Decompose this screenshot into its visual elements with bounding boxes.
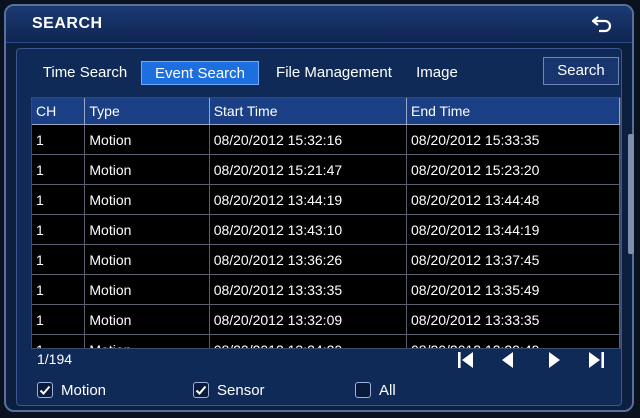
search-panel: Time Search Event Search File Management…: [16, 48, 622, 406]
cell-ch: 1: [32, 274, 86, 305]
table-row[interactable]: 1 Motion 08/20/2012 13:24:20 08/20/2012 …: [32, 334, 620, 348]
cell-type: Motion: [84, 154, 210, 185]
last-page-icon: [589, 352, 604, 368]
cell-end-time: 08/20/2012 15:33:35: [406, 124, 620, 155]
first-page-button[interactable]: [455, 349, 477, 371]
table-row[interactable]: 1 Motion 08/20/2012 15:32:16 08/20/2012 …: [32, 124, 620, 155]
table-row[interactable]: 1 Motion 08/20/2012 13:36:26 08/20/2012 …: [32, 244, 620, 275]
column-header-start-time[interactable]: Start Time: [209, 98, 408, 125]
title-bar: SEARCH: [6, 6, 632, 43]
sensor-label: Sensor: [217, 381, 265, 399]
previous-page-button[interactable]: [497, 349, 519, 371]
cell-start-time: 08/20/2012 13:32:09: [209, 304, 408, 335]
tab-file-management[interactable]: File Management: [261, 61, 407, 85]
all-label: All: [379, 381, 396, 399]
cell-end-time: 08/20/2012 13:44:19: [406, 214, 620, 245]
cell-ch: 1: [32, 214, 86, 245]
back-arrow-icon: [591, 16, 612, 33]
column-header-ch[interactable]: CH: [32, 98, 86, 125]
cell-type: Motion: [84, 244, 210, 275]
table-row[interactable]: 1 Motion 08/20/2012 13:43:10 08/20/2012 …: [32, 214, 620, 245]
next-page-icon: [549, 352, 560, 368]
cell-ch: 1: [32, 184, 86, 215]
cell-type: Motion: [84, 214, 210, 245]
cell-start-time: 08/20/2012 13:43:10: [209, 214, 408, 245]
cell-start-time: 08/20/2012 15:21:47: [209, 154, 408, 185]
cell-ch: 1: [32, 304, 86, 335]
window-title: SEARCH: [32, 15, 103, 32]
cell-start-time: 08/20/2012 13:44:19: [209, 184, 408, 215]
cell-type: Motion: [84, 184, 210, 215]
tab-image[interactable]: Image: [409, 61, 465, 85]
sensor-checkbox[interactable]: [193, 382, 209, 398]
cell-ch: 1: [32, 124, 86, 155]
search-window: SEARCH Time Search Event Search File Man…: [4, 4, 634, 412]
filter-sensor[interactable]: Sensor: [193, 379, 265, 401]
table-row[interactable]: 1 Motion 08/20/2012 15:21:47 08/20/2012 …: [32, 154, 620, 185]
previous-page-icon: [502, 352, 513, 368]
cell-end-time: 08/20/2012 15:23:20: [406, 154, 620, 185]
cell-end-time: 08/20/2012 13:37:45: [406, 244, 620, 275]
filter-motion[interactable]: Motion: [37, 379, 106, 401]
cell-ch: 1: [32, 154, 86, 185]
checkmark-icon: [195, 385, 207, 395]
event-table: CH Type Start Time End Time 1 Motion 08/…: [31, 97, 621, 349]
cell-start-time: 08/20/2012 13:33:35: [209, 274, 408, 305]
cell-start-time: 08/20/2012 13:36:26: [209, 244, 408, 275]
cell-type: Motion: [84, 124, 210, 155]
table-row[interactable]: 1 Motion 08/20/2012 13:44:19 08/20/2012 …: [32, 184, 620, 215]
cell-end-time: 08/20/2012 13:35:49: [406, 274, 620, 305]
cell-start-time: 08/20/2012 15:32:16: [209, 124, 408, 155]
filter-all[interactable]: All: [355, 379, 396, 401]
motion-checkbox[interactable]: [37, 382, 53, 398]
all-checkbox[interactable]: [355, 382, 371, 398]
column-header-end-time[interactable]: End Time: [406, 98, 620, 125]
back-button[interactable]: [590, 12, 616, 36]
tab-event-search[interactable]: Event Search: [141, 61, 259, 85]
table-row[interactable]: 1 Motion 08/20/2012 13:33:35 08/20/2012 …: [32, 274, 620, 305]
cell-type: Motion: [84, 274, 210, 305]
motion-label: Motion: [61, 381, 107, 399]
cell-end-time: 08/20/2012 13:44:48: [406, 184, 620, 215]
last-page-button[interactable]: [585, 349, 607, 371]
checkmark-icon: [39, 385, 51, 395]
cell-ch: 1: [32, 244, 86, 275]
table-row[interactable]: 1 Motion 08/20/2012 13:32:09 08/20/2012 …: [32, 304, 620, 335]
search-button[interactable]: Search: [543, 57, 619, 85]
page-indicator: 1/194: [37, 351, 73, 367]
cell-end-time: 08/20/2012 13:29:49: [406, 334, 620, 348]
next-page-button[interactable]: [543, 349, 565, 371]
side-scrollbar[interactable]: [628, 134, 634, 254]
column-header-type[interactable]: Type: [84, 98, 210, 125]
cell-end-time: 08/20/2012 13:33:35: [406, 304, 620, 335]
cell-ch: 1: [32, 334, 86, 348]
tab-time-search[interactable]: Time Search: [31, 61, 139, 85]
first-page-icon: [458, 352, 473, 368]
cell-type: Motion: [84, 304, 210, 335]
cell-type: Motion: [84, 334, 210, 348]
table-header-row: CH Type Start Time End Time: [32, 98, 620, 125]
cell-start-time: 08/20/2012 13:24:20: [209, 334, 408, 348]
